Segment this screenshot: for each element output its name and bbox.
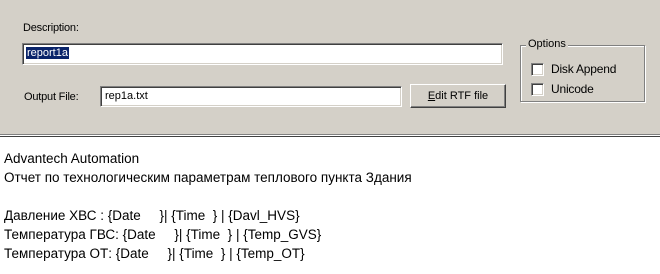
unicode-label: Unicode	[551, 82, 594, 96]
editor-line: Advantech Automation	[4, 151, 140, 166]
output-file-input[interactable]: rep1a.txt	[100, 86, 402, 107]
description-label: Description:	[23, 22, 79, 34]
output-file-value: rep1a.txt	[105, 90, 148, 102]
description-input[interactable]: report1a	[22, 43, 503, 65]
rtf-editor[interactable]: Advantech Automation Отчет по технологич…	[0, 136, 660, 274]
unicode-checkbox[interactable]	[531, 83, 544, 96]
disk-append-checkbox[interactable]	[531, 63, 544, 76]
editor-line: Отчет по технологическим параметрам тепл…	[4, 170, 412, 185]
options-title: Options	[526, 38, 568, 50]
edit-rtf-label: dit RTF file	[435, 90, 489, 102]
edit-rtf-file-button[interactable]: Edit RTF file	[410, 84, 506, 108]
description-value: report1a	[26, 47, 69, 59]
output-file-label: Output File:	[24, 91, 79, 103]
disk-append-label: Disk Append	[551, 62, 617, 76]
editor-line: Давление ХВС : {Date }| {Time } | {Davl_…	[4, 208, 300, 223]
editor-line: Температура ОТ: {Date }| {Time } | {Temp…	[4, 246, 305, 261]
editor-line: Температура ГВС: {Date }| {Time } | {Tem…	[4, 227, 322, 242]
